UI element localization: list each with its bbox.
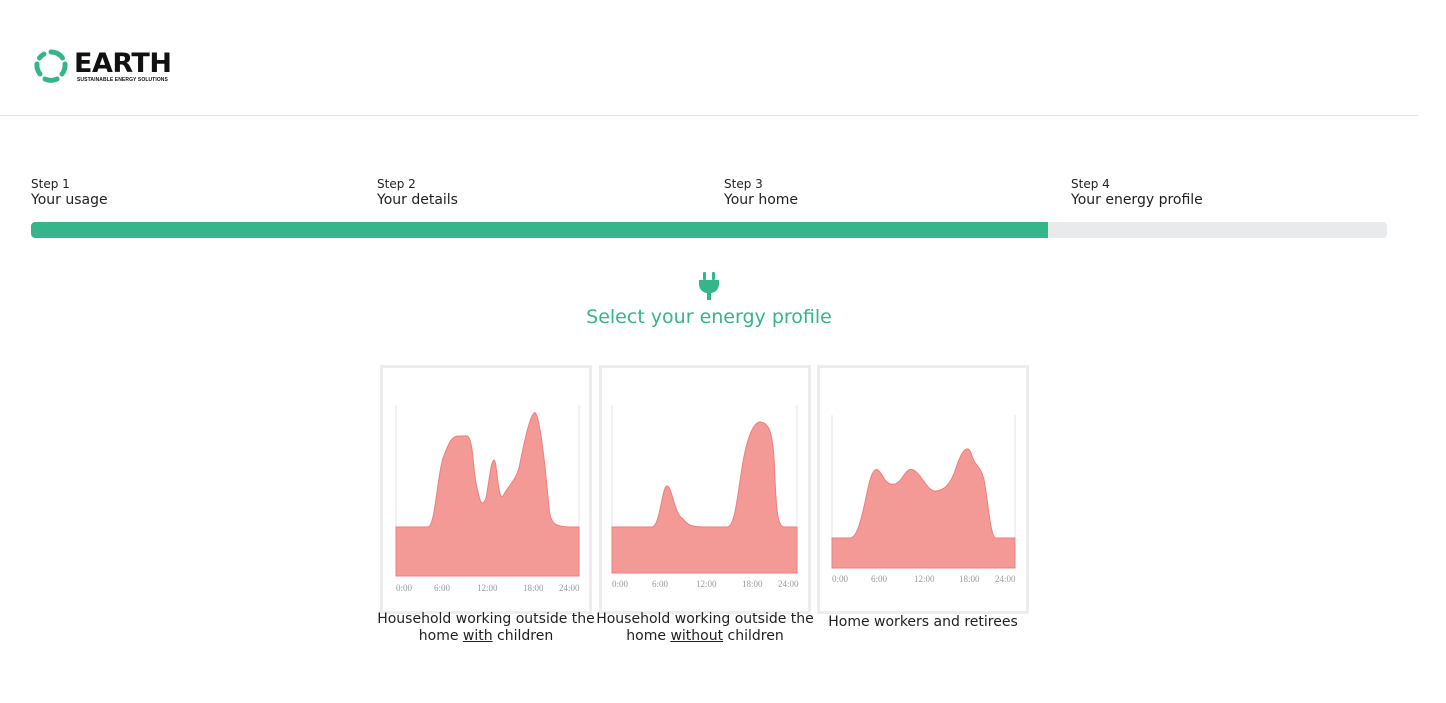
x-tick: 0:00	[612, 579, 629, 589]
x-tick: 18:00	[959, 574, 980, 584]
step-number: Step 3	[724, 177, 763, 191]
progress-fill	[31, 222, 1048, 238]
profile-label: Household working outside the home with …	[371, 611, 601, 645]
x-tick: 6:00	[871, 574, 888, 584]
profile-label: Home workers and retirees	[808, 614, 1038, 631]
step-4: Step 4 Your energy profile	[1071, 176, 1203, 208]
x-tick: 0:00	[832, 574, 849, 584]
step-name: Your energy profile	[1071, 192, 1203, 208]
x-tick: 24:00	[559, 583, 580, 593]
x-tick: 6:00	[652, 579, 669, 589]
step-name: Your usage	[31, 192, 108, 208]
step-indicator: Step 1 Your usage Step 2 Your details St…	[31, 176, 1387, 210]
step-2: Step 2 Your details	[377, 176, 458, 208]
x-tick: 0:00	[396, 583, 413, 593]
x-axis-ticks: 0:00 6:00 12:00 18:00 24:00	[396, 583, 580, 593]
x-tick: 12:00	[696, 579, 717, 589]
label-text: children	[492, 628, 554, 644]
plug-icon	[699, 272, 719, 300]
x-tick: 24:00	[995, 574, 1016, 584]
x-tick: 12:00	[914, 574, 935, 584]
x-tick: 12:00	[477, 583, 498, 593]
usage-area	[831, 448, 1016, 569]
earth-logo[interactable]: EARTH SUSTAINABLE ENERGY SOLUTIONS	[34, 48, 174, 88]
x-tick: 18:00	[523, 583, 544, 593]
step-number: Step 1	[31, 177, 70, 191]
usage-area	[611, 421, 798, 574]
profile-card-working-with-children[interactable]: 0:00 6:00 12:00 18:00 24:00	[380, 365, 592, 614]
profile-card-working-without-children[interactable]: 0:00 6:00 12:00 18:00 24:00	[599, 365, 811, 614]
step-name: Your details	[377, 192, 458, 208]
logo-wordmark: EARTH	[74, 48, 172, 79]
x-tick: 24:00	[778, 579, 799, 589]
header: EARTH SUSTAINABLE ENERGY SOLUTIONS	[0, 0, 1418, 116]
usage-chart: 0:00 6:00 12:00 18:00 24:00	[831, 415, 1016, 584]
profile-label: Household working outside the home witho…	[590, 611, 820, 645]
x-axis-ticks: 0:00 6:00 12:00 18:00 24:00	[832, 574, 1016, 584]
x-tick: 18:00	[742, 579, 763, 589]
step-1: Step 1 Your usage	[31, 176, 108, 208]
usage-area	[395, 412, 580, 577]
label-emphasis: with	[462, 628, 493, 644]
usage-chart: 0:00 6:00 12:00 18:00 24:00	[395, 405, 580, 593]
x-axis-ticks: 0:00 6:00 12:00 18:00 24:00	[612, 579, 799, 589]
x-tick: 6:00	[434, 583, 451, 593]
logo-ring-icon	[34, 49, 68, 83]
step-number: Step 2	[377, 177, 416, 191]
page-title: Select your energy profile	[586, 306, 832, 328]
step-name: Your home	[724, 192, 799, 208]
logo-tagline: SUSTAINABLE ENERGY SOLUTIONS	[77, 77, 168, 83]
progress-bar	[31, 222, 1387, 238]
usage-chart: 0:00 6:00 12:00 18:00 24:00	[611, 405, 799, 589]
profile-card-home-workers-retirees[interactable]: 0:00 6:00 12:00 18:00 24:00	[817, 365, 1029, 614]
label-emphasis: without	[670, 628, 724, 644]
step-3: Step 3 Your home	[724, 176, 798, 208]
step-number: Step 4	[1071, 177, 1110, 191]
label-text: children	[723, 628, 784, 644]
label-text: Home workers and retirees	[828, 614, 1018, 630]
